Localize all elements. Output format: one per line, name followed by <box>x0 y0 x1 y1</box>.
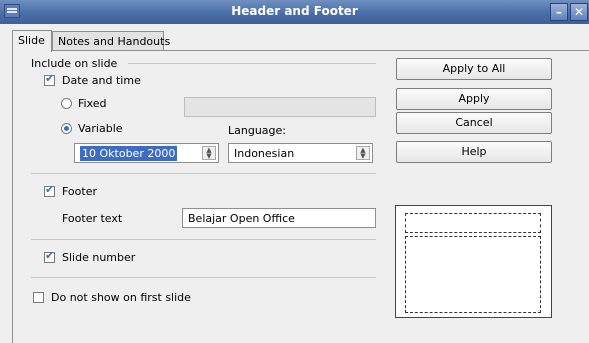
spin-arrows-icon[interactable]: ▲ ▼ <box>202 146 216 160</box>
variable-label: Variable <box>78 122 123 135</box>
variable-radio[interactable] <box>61 123 72 134</box>
tab-slide-label: Slide <box>18 34 45 47</box>
checkmark-icon: ✔ <box>45 72 55 85</box>
radio-dot-icon <box>64 126 69 131</box>
tab-slide[interactable]: Slide <box>12 30 52 52</box>
preview-header-area <box>405 213 541 233</box>
footer-checkbox[interactable]: ✔ <box>44 183 55 197</box>
do-not-show-first-slide-checkbox[interactable] <box>33 292 44 303</box>
fixed-label: Fixed <box>78 97 107 110</box>
date-format-select[interactable]: 10 Oktober 2000 ▲ ▼ <box>74 143 219 163</box>
cancel-button[interactable]: Cancel <box>396 112 552 134</box>
footer-text-input[interactable]: Belajar Open Office <box>182 208 376 228</box>
apply-to-all-button[interactable]: Apply to All <box>396 58 552 80</box>
date-and-time-label: Date and time <box>62 74 141 87</box>
header-footer-dialog: Header and Footer – ✕ Slide Notes and Ha… <box>0 0 589 343</box>
window-title: Header and Footer <box>231 4 358 18</box>
checkmark-icon: ✔ <box>45 183 55 196</box>
language-select[interactable]: Indonesian ▲ ▼ <box>228 143 373 163</box>
preview-body-area <box>405 236 541 313</box>
do-not-show-first-slide-label: Do not show on first slide <box>51 291 191 304</box>
date-and-time-checkbox[interactable]: ✔ <box>44 72 55 86</box>
footer-label: Footer <box>62 185 97 198</box>
language-label: Language: <box>228 124 286 137</box>
spin-arrows-icon[interactable]: ▲ ▼ <box>356 146 370 160</box>
group-separator <box>128 63 376 64</box>
close-button[interactable]: ✕ <box>570 3 588 21</box>
help-button[interactable]: Help <box>396 141 552 163</box>
minimize-button[interactable]: – <box>550 3 568 21</box>
close-icon: ✕ <box>573 5 585 19</box>
slide-number-checkbox[interactable]: ✔ <box>44 249 55 263</box>
separator <box>31 239 376 240</box>
slide-preview <box>395 205 552 318</box>
tab-notes-and-handouts[interactable]: Notes and Handouts <box>52 31 170 51</box>
slide-number-label: Slide number <box>62 251 136 264</box>
separator <box>31 277 376 278</box>
checkmark-icon: ✔ <box>45 249 55 262</box>
title-bar[interactable]: Header and Footer – ✕ <box>0 0 589 24</box>
fixed-radio[interactable] <box>61 98 72 109</box>
footer-text-label: Footer text <box>62 212 123 225</box>
minimize-icon: – <box>556 5 562 19</box>
tab-notes-label: Notes and Handouts <box>58 35 171 48</box>
language-value: Indonesian <box>234 147 295 160</box>
date-format-value: 10 Oktober 2000 <box>80 146 178 161</box>
fixed-date-field[interactable] <box>184 97 376 117</box>
separator <box>31 173 376 174</box>
apply-button[interactable]: Apply <box>396 88 552 110</box>
include-on-slide-heading: Include on slide <box>31 57 118 70</box>
